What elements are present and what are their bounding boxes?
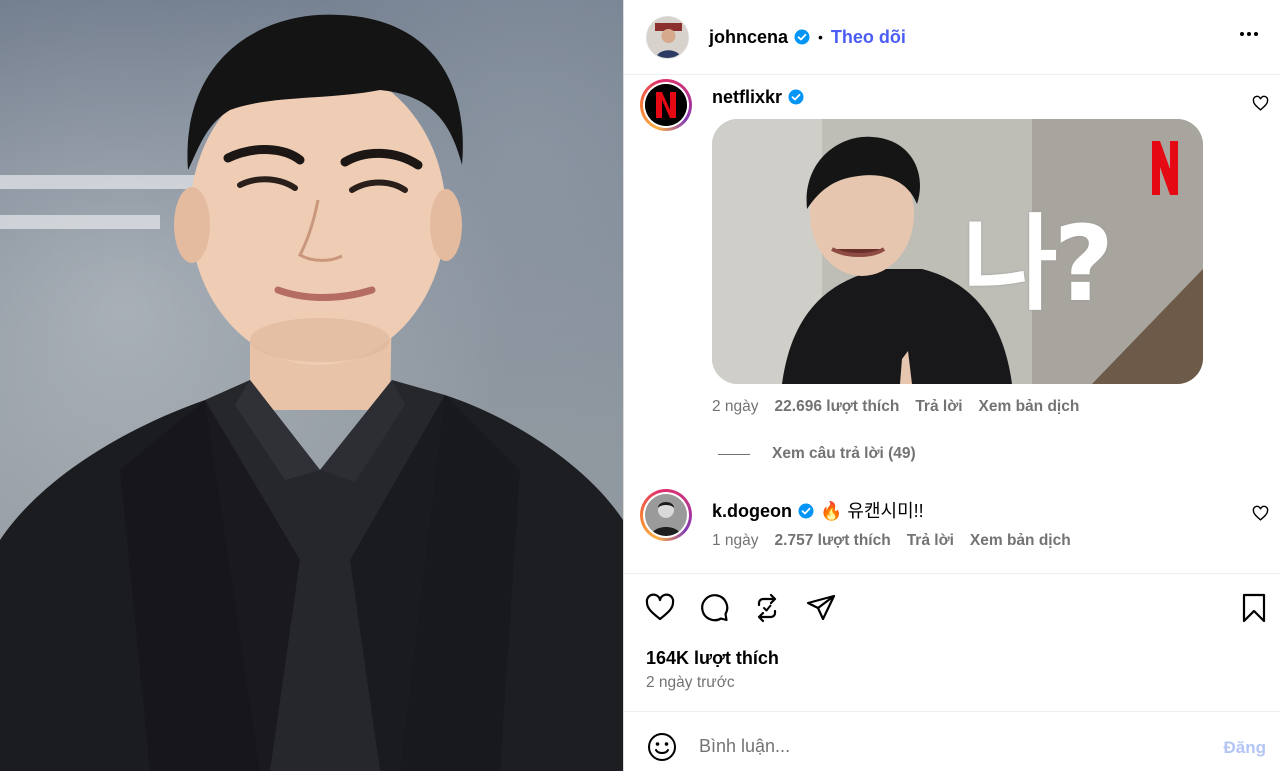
comment-like-heart-icon[interactable] — [1252, 505, 1269, 522]
emoji-icon[interactable] — [646, 731, 678, 763]
netflix-logo-icon — [645, 84, 687, 126]
media-caption: 나? — [962, 203, 1114, 325]
comment-meta: 2 ngày 22.696 lượt thích Trả lời Xem bản… — [712, 398, 1079, 416]
comment-media-image[interactable]: 나? — [712, 119, 1203, 384]
post-photo — [0, 0, 623, 771]
comment-text: 🔥 유캔시미!! — [820, 501, 924, 521]
view-replies-label: Xem câu trả lời (49) — [772, 445, 916, 462]
comment-age: 1 ngày — [712, 532, 759, 549]
translate-button[interactable]: Xem bản dịch — [979, 398, 1080, 416]
comment-meta: 1 ngày 2.757 lượt thích Trả lời Xem bản … — [712, 532, 1071, 550]
comment-input[interactable] — [699, 728, 1179, 764]
follow-button[interactable]: Theo dõi — [831, 27, 906, 48]
post-timestamp[interactable]: 2 ngày trước — [646, 674, 735, 692]
author-username[interactable]: johncena — [709, 27, 788, 48]
commenter-avatar[interactable] — [640, 489, 692, 541]
author-avatar-image — [647, 16, 688, 58]
commenter-username[interactable]: k.dogeon 🔥 유캔시미!! — [712, 497, 924, 523]
comment-like-count[interactable]: 22.696 lượt thích — [775, 398, 900, 416]
commenter-username[interactable]: netflixkr — [712, 87, 804, 108]
verified-badge-icon — [798, 503, 814, 519]
commenter-avatar-image — [645, 494, 687, 536]
verified-badge-icon — [788, 89, 804, 105]
author-avatar[interactable] — [646, 15, 689, 59]
comment-like-count[interactable]: 2.757 lượt thích — [775, 532, 891, 550]
like-heart-icon[interactable] — [644, 592, 676, 624]
post-comment-button[interactable]: Đăng — [1224, 738, 1267, 758]
post-like-count[interactable]: 164K lượt thích — [646, 648, 779, 669]
comment-bubble-icon[interactable] — [698, 592, 730, 624]
comment-like-heart-icon[interactable] — [1252, 95, 1269, 112]
translate-button[interactable]: Xem bản dịch — [970, 532, 1071, 550]
repost-icon[interactable] — [751, 592, 783, 624]
save-bookmark-icon[interactable] — [1238, 592, 1270, 624]
more-options-icon[interactable] — [1237, 22, 1261, 46]
comment-composer: Đăng — [624, 711, 1280, 771]
comments-panel: johncena • Theo dõi netflixkr 나? 2 ngày … — [623, 0, 1280, 771]
post-header: johncena • Theo dõi — [624, 0, 1280, 75]
action-bar — [624, 573, 1280, 643]
separator-dot: • — [818, 29, 823, 45]
app-root: johncena • Theo dõi netflixkr 나? 2 ngày … — [0, 0, 1280, 771]
reply-button[interactable]: Trả lời — [907, 532, 954, 550]
commenter-avatar[interactable] — [640, 79, 692, 131]
share-send-icon[interactable] — [805, 592, 837, 624]
view-replies-button[interactable]: Xem câu trả lời (49) — [718, 445, 916, 463]
verified-badge-icon — [794, 29, 810, 45]
comment-age: 2 ngày — [712, 398, 759, 415]
person-illustration — [0, 14, 623, 771]
media-illustration — [712, 119, 1203, 384]
view-replies-line — [718, 453, 750, 455]
reply-button[interactable]: Trả lời — [915, 398, 962, 416]
